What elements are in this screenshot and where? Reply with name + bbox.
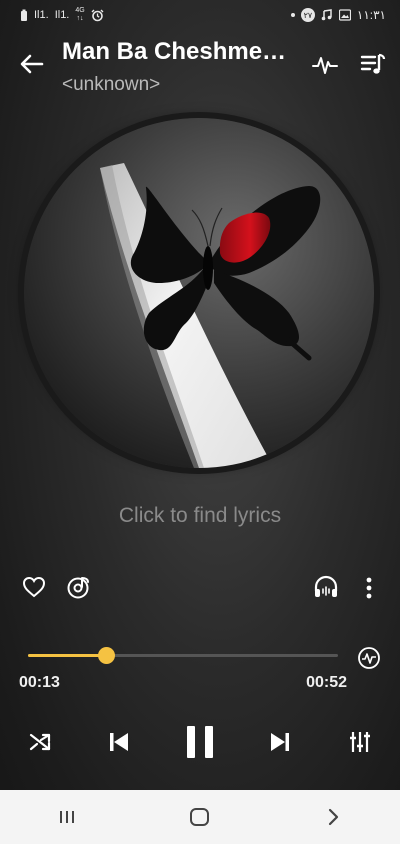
artist-name: <unknown>	[62, 74, 161, 95]
previous-track-icon[interactable]	[107, 730, 131, 754]
dot-icon	[290, 13, 295, 17]
queue-icon[interactable]	[360, 50, 386, 78]
transport-controls	[0, 720, 400, 764]
status-bar: Il1. Il1. 4G ↑↓ ۲۷ ۱۱:۳۱	[0, 0, 400, 30]
notification-badge: ۲۷	[300, 8, 315, 22]
ringtone-disc-icon[interactable]	[66, 574, 92, 600]
next-track-icon[interactable]	[268, 730, 292, 754]
alarm-icon	[91, 9, 104, 21]
seek-bar[interactable]	[28, 647, 338, 664]
home-button[interactable]	[170, 797, 230, 837]
action-row	[0, 572, 400, 604]
nav-back-icon	[329, 808, 339, 826]
current-time: 00:13	[19, 674, 60, 691]
song-title: Man Ba Cheshme…	[62, 38, 287, 65]
seek-bar-thumb[interactable]	[97, 647, 115, 664]
waveform-icon[interactable]	[312, 52, 338, 78]
recent-apps-button[interactable]	[37, 797, 97, 837]
find-lyrics-link[interactable]: Click to find lyrics	[0, 504, 400, 528]
system-nav-bar	[0, 790, 400, 844]
favorite-heart-icon[interactable]	[22, 576, 46, 598]
network-type: 4G ↑↓	[75, 7, 84, 23]
network-type-label: 4G	[75, 7, 85, 14]
shuffle-icon[interactable]	[29, 731, 51, 753]
album-art-image	[24, 118, 374, 468]
playback-speed-icon[interactable]	[357, 646, 381, 670]
clock: ۱۱:۳۱	[356, 8, 386, 22]
seek-bar-progress	[28, 654, 106, 657]
headphones-icon[interactable]	[313, 575, 339, 599]
network-activity: ↑↓	[76, 15, 84, 22]
status-left: Il1. Il1. 4G ↑↓	[20, 7, 104, 23]
battery-icon	[21, 9, 27, 21]
gallery-icon	[338, 9, 351, 21]
total-time: 00:52	[306, 674, 347, 691]
nav-back-button[interactable]	[303, 797, 363, 837]
music-note-icon	[321, 9, 332, 21]
equalizer-icon[interactable]	[348, 730, 372, 754]
back-arrow-icon[interactable]	[18, 50, 46, 78]
status-right: ۲۷ ۱۱:۳۱	[290, 8, 386, 22]
signal-1-icon: Il1.	[34, 8, 49, 21]
album-art[interactable]	[24, 118, 374, 468]
home-icon	[189, 808, 209, 826]
pause-icon[interactable]	[185, 724, 215, 760]
player-header: Man Ba Cheshme… <unknown>	[0, 32, 400, 102]
more-options-icon[interactable]	[362, 576, 376, 600]
signal-2-icon: Il1.	[54, 8, 70, 21]
recent-apps-icon	[59, 811, 74, 823]
